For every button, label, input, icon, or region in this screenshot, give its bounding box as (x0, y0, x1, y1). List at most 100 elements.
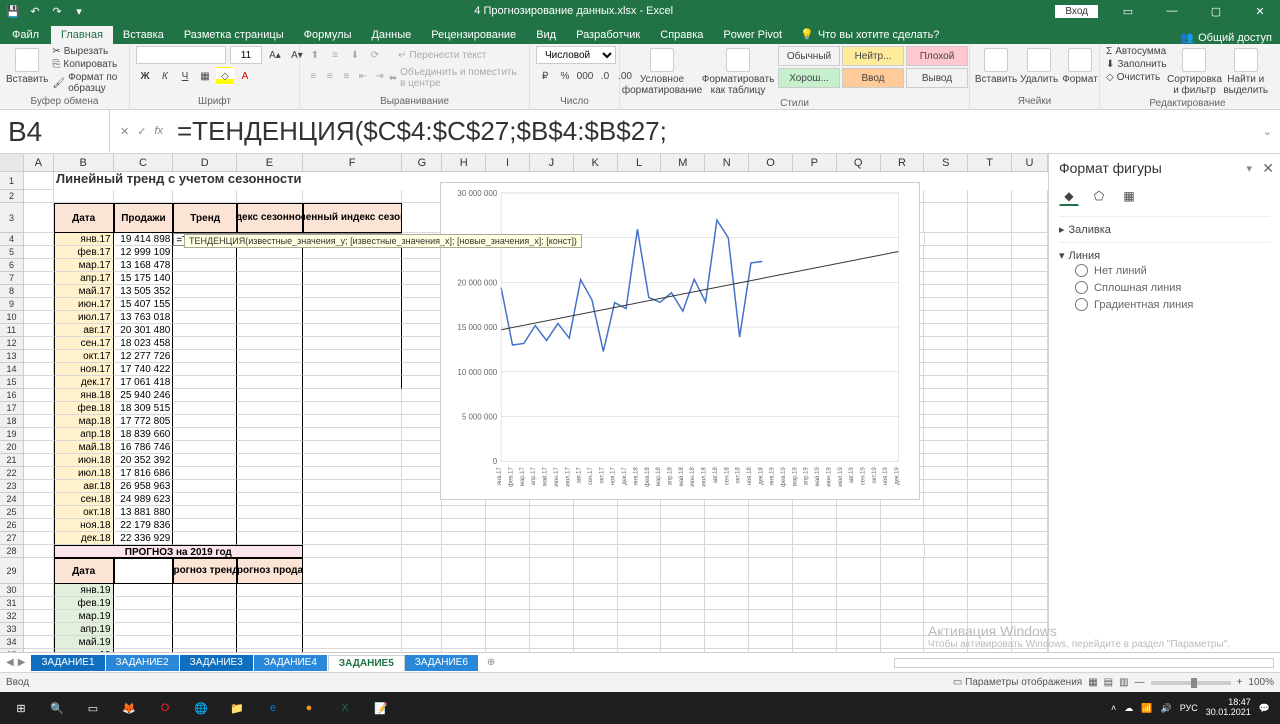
tab-review[interactable]: Рецензирование (421, 26, 526, 44)
gradient-line-radio[interactable]: Градиентная линия (1059, 296, 1270, 313)
expand-formula-icon[interactable]: ⌄ (1255, 125, 1280, 138)
zoom-slider[interactable] (1151, 681, 1231, 685)
app-icon[interactable]: ● (292, 694, 326, 722)
inc-dec-icon[interactable]: .0 (596, 67, 614, 85)
sheet-tab-0[interactable]: ЗАДАНИЕ1 (31, 655, 105, 671)
cancel-formula-icon[interactable]: ✕ (120, 125, 129, 138)
indent-dec-icon[interactable]: ⇤ (356, 67, 371, 85)
save-icon[interactable]: 💾 (6, 4, 20, 18)
sheet-tab-2[interactable]: ЗАДАНИЕ3 (180, 655, 254, 671)
underline-icon[interactable]: Ч (176, 67, 194, 85)
sheet-nav-next-icon[interactable]: ▶ (18, 657, 26, 668)
tab-data[interactable]: Данные (361, 26, 421, 44)
opera-icon[interactable]: O (148, 694, 182, 722)
pane-dropdown-icon[interactable]: ▾ (1246, 162, 1252, 175)
number-format-select[interactable]: Числовой (536, 46, 616, 64)
name-box[interactable]: B4 (0, 110, 110, 153)
bold-icon[interactable]: Ж (136, 67, 154, 85)
indent-inc-icon[interactable]: ⇥ (372, 67, 387, 85)
ribbon-opts-icon[interactable]: ▭ (1108, 0, 1148, 22)
formula-input[interactable]: =ТЕНДЕНЦИЯ($C$4:$C$27;$B$4:$B$27; (173, 116, 1255, 147)
cut-button[interactable]: ✂ Вырезать (52, 46, 123, 57)
close-icon[interactable]: ✕ (1240, 0, 1280, 22)
align-left-icon[interactable]: ≡ (306, 67, 321, 85)
no-line-radio[interactable]: Нет линий (1059, 262, 1270, 279)
edge-icon[interactable]: e (256, 694, 290, 722)
login-button[interactable]: Вход (1055, 5, 1098, 18)
sheet-tab-1[interactable]: ЗАДАНИЕ2 (106, 655, 180, 671)
tray-up-icon[interactable]: ˄ (1111, 703, 1116, 713)
trend-chart[interactable]: 05 000 00010 000 00015 000 00020 000 000… (440, 182, 920, 500)
font-size-input[interactable] (230, 46, 262, 64)
style-output[interactable]: Вывод (906, 68, 968, 88)
tab-file[interactable]: Файл (0, 26, 51, 44)
notepad-icon[interactable]: 📝 (364, 694, 398, 722)
sheet-tab-4[interactable]: ЗАДАНИЕ5 (328, 655, 405, 671)
sort-filter-button[interactable]: Сортировка и фильтр (1170, 46, 1218, 96)
maximize-icon[interactable]: ▢ (1196, 0, 1236, 22)
style-normal[interactable]: Обычный (778, 46, 840, 66)
undo-icon[interactable]: ↶ (28, 4, 42, 18)
lang-indicator[interactable]: РУС (1180, 703, 1198, 713)
effects-tab-icon[interactable]: ⬠ (1089, 186, 1109, 206)
wifi-icon[interactable]: 📶 (1141, 703, 1152, 714)
fill-button[interactable]: ⬇ Заполнить (1106, 59, 1166, 70)
view-normal-icon[interactable]: ▦ (1088, 677, 1097, 688)
align-right-icon[interactable]: ≡ (339, 67, 354, 85)
horizontal-scrollbar[interactable] (894, 658, 1274, 668)
redo-icon[interactable]: ↷ (50, 4, 64, 18)
tab-insert[interactable]: Вставка (113, 26, 174, 44)
sheet-tab-3[interactable]: ЗАДАНИЕ4 (254, 655, 328, 671)
firefox-icon[interactable]: 🦊 (112, 694, 146, 722)
pane-close-icon[interactable]: ✕ (1262, 160, 1274, 177)
tab-layout[interactable]: Разметка страницы (174, 26, 294, 44)
size-tab-icon[interactable]: ▦ (1119, 186, 1139, 206)
copy-button[interactable]: ⎘ Копировать (52, 59, 123, 70)
format-table-button[interactable]: Форматировать как таблицу (702, 46, 774, 96)
grow-font-icon[interactable]: A▴ (266, 46, 284, 64)
delete-cells-button[interactable]: Удалить (1020, 46, 1058, 85)
start-button[interactable]: ⊞ (4, 694, 38, 722)
paste-button[interactable]: Вставить (6, 46, 48, 85)
tab-help[interactable]: Справка (650, 26, 713, 44)
find-button[interactable]: Найти и выделить (1222, 46, 1269, 96)
zoom-level[interactable]: 100% (1248, 677, 1274, 688)
confirm-formula-icon[interactable]: ✓ (137, 125, 146, 138)
currency-icon[interactable]: ₽ (536, 67, 554, 85)
align-top-icon[interactable]: ⬆ (306, 46, 324, 64)
sheet-nav-prev-icon[interactable]: ◀ (6, 657, 14, 668)
view-layout-icon[interactable]: ▤ (1104, 677, 1113, 688)
align-mid-icon[interactable]: ≡ (326, 46, 344, 64)
fx-icon[interactable]: fx (154, 125, 163, 138)
explorer-icon[interactable]: 📁 (220, 694, 254, 722)
font-color-icon[interactable]: A (236, 67, 254, 85)
italic-icon[interactable]: К (156, 67, 174, 85)
view-break-icon[interactable]: ▥ (1119, 677, 1128, 688)
display-settings-button[interactable]: ▭ Параметры отображения (953, 677, 1082, 688)
taskview-icon[interactable]: ▭ (76, 694, 110, 722)
autosum-button[interactable]: Σ Автосумма (1106, 46, 1166, 57)
sound-icon[interactable]: 🔊 (1160, 703, 1171, 714)
chrome-icon[interactable]: 🌐 (184, 694, 218, 722)
solid-line-radio[interactable]: Сплошная линия (1059, 279, 1270, 296)
clock[interactable]: 18:4730.01.2021 (1206, 698, 1251, 718)
excel-taskbar-icon[interactable]: X (328, 694, 362, 722)
qat-more-icon[interactable]: ▾ (72, 4, 86, 18)
style-good[interactable]: Хорош... (778, 68, 840, 88)
clear-button[interactable]: ◇ Очистить (1106, 72, 1166, 83)
line-section-header[interactable]: ▾ Линия (1059, 249, 1270, 262)
onedrive-icon[interactable]: ☁ (1124, 703, 1133, 714)
cond-format-button[interactable]: Условное форматирование (626, 46, 698, 96)
format-painter-button[interactable]: 🖌 Формат по образцу (52, 72, 123, 94)
style-bad[interactable]: Плохой (906, 46, 968, 66)
comma-icon[interactable]: 000 (576, 67, 594, 85)
search-icon[interactable]: 🔍 (40, 694, 74, 722)
format-cells-button[interactable]: Формат (1062, 46, 1098, 85)
add-sheet-icon[interactable]: ⊕ (479, 657, 503, 668)
tab-view[interactable]: Вид (526, 26, 566, 44)
align-center-icon[interactable]: ≡ (323, 67, 338, 85)
fill-line-tab-icon[interactable]: ◆ (1059, 186, 1079, 206)
align-bot-icon[interactable]: ⬇ (346, 46, 364, 64)
tab-powerpivot[interactable]: Power Pivot (713, 26, 792, 44)
orient-icon[interactable]: ⟳ (366, 46, 384, 64)
